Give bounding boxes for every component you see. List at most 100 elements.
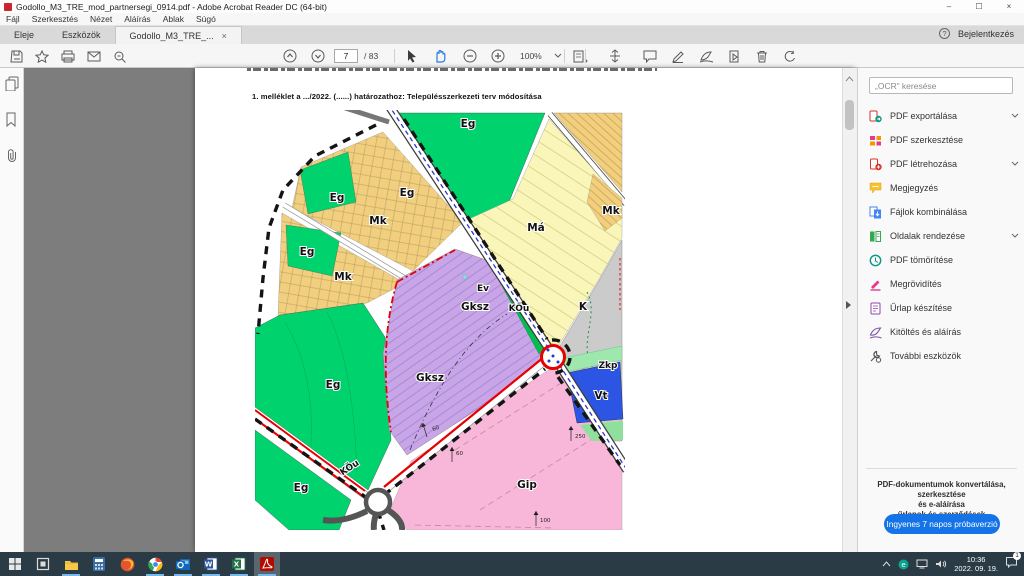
label-gksz-upper: Gksz	[461, 301, 489, 313]
minimize-button[interactable]: –	[934, 0, 964, 13]
zoom-caret-icon[interactable]	[548, 47, 568, 65]
print-icon[interactable]	[58, 47, 78, 65]
zoom-level[interactable]: 100%	[520, 51, 542, 61]
tool-label: PDF szerkesztése	[890, 135, 963, 145]
tray-expand-icon[interactable]	[882, 561, 891, 567]
tool-label: Űrlap készítése	[890, 303, 952, 313]
tool-create-pdf[interactable]: PDF létrehozása	[869, 154, 1017, 174]
chevron-down-icon[interactable]	[1011, 159, 1019, 169]
menu-sign[interactable]: Aláírás	[124, 14, 150, 24]
tool-redact[interactable]: Megrövidítés	[869, 274, 1017, 294]
tool-prepare-form[interactable]: Űrlap készítése	[869, 298, 1017, 318]
label-kou-upper: KÖu	[509, 303, 530, 314]
outlook-icon[interactable]	[170, 552, 196, 576]
pdf-page: 1. melléklet a .../2022. (......) határo…	[195, 68, 855, 552]
rotate-icon[interactable]	[780, 47, 800, 65]
search-icon[interactable]	[110, 47, 130, 65]
tab-close-icon[interactable]: ×	[222, 31, 227, 41]
organize-pages-icon	[869, 230, 882, 243]
excel-icon[interactable]: X	[226, 552, 252, 576]
next-page-icon[interactable]	[308, 47, 328, 65]
tool-organize-pages[interactable]: Oldalak rendezése	[869, 226, 1017, 246]
scrolling-mode-icon[interactable]	[605, 47, 625, 65]
acrobat-taskbar-icon[interactable]	[254, 552, 280, 576]
menu-view[interactable]: Nézet	[90, 14, 112, 24]
calculator-icon[interactable]	[86, 552, 112, 576]
tool-comment[interactable]: Megjegyzés	[869, 178, 1017, 198]
task-view-button[interactable]	[30, 552, 56, 576]
file-explorer-icon[interactable]	[58, 552, 84, 576]
volume-icon[interactable]	[935, 559, 947, 569]
start-button[interactable]	[2, 552, 28, 576]
highlight-pencil-icon[interactable]	[668, 47, 688, 65]
fit-page-icon[interactable]	[570, 47, 590, 65]
ocr-search-input[interactable]	[869, 77, 1013, 94]
help-icon[interactable]: ?	[939, 28, 950, 39]
firefox-icon[interactable]	[114, 552, 140, 576]
tool-label: Megjegyzés	[890, 183, 938, 193]
svg-text:X: X	[234, 561, 240, 569]
title-bar: Godollo_M3_TRE_mod_partnersegi_0914.pdf …	[0, 0, 1024, 13]
attachments-icon[interactable]	[5, 148, 18, 168]
tab-tools[interactable]: Eszközök	[48, 26, 115, 44]
network-icon[interactable]	[916, 559, 928, 569]
main-toolbar	[0, 44, 1024, 68]
roundabout-gray	[366, 490, 390, 514]
tool-export-pdf[interactable]: PDF exportálása	[869, 106, 1017, 126]
tool-combine-files[interactable]: Fájlok kombinálása	[869, 202, 1017, 222]
label-mk-upper: Mk	[369, 215, 387, 227]
chevron-down-icon[interactable]	[1011, 231, 1019, 241]
tool-more-tools[interactable]: További eszközök	[869, 346, 1017, 366]
tool-edit-pdf[interactable]: PDF szerkesztése	[869, 130, 1017, 150]
hand-tool-icon[interactable]	[430, 47, 450, 65]
maximize-button[interactable]: ☐	[964, 0, 994, 13]
sign-pen-icon[interactable]	[696, 47, 716, 65]
zoom-out-icon[interactable]	[460, 47, 480, 65]
bookmarks-icon[interactable]	[5, 112, 17, 132]
scroll-up-icon[interactable]	[845, 70, 854, 88]
notification-center[interactable]: 1	[1005, 555, 1018, 573]
tool-label: Megrövidítés	[890, 279, 942, 289]
label-mk-lower: Mk	[334, 271, 352, 283]
chevron-down-icon[interactable]	[1011, 111, 1019, 121]
panel-collapse-icon[interactable]	[845, 300, 852, 312]
comment-icon[interactable]	[640, 47, 660, 65]
label-ev: Ev	[477, 284, 489, 294]
tray-app-icon[interactable]: e	[898, 559, 909, 570]
create-pdf-icon	[869, 158, 882, 171]
acrobat-app-icon	[4, 3, 12, 11]
email-icon[interactable]	[84, 47, 104, 65]
page-thumbnails-icon[interactable]	[5, 76, 19, 96]
star-icon[interactable]	[32, 47, 52, 65]
free-trial-button[interactable]: Ingyenes 7 napos próbaverzió	[884, 514, 1000, 534]
tool-label: PDF létrehozása	[890, 159, 957, 169]
redact-pen-icon	[869, 278, 882, 291]
promo-line1: PDF-dokumentumok konvertálása, szerkeszt…	[862, 480, 1021, 500]
scrollbar-thumb[interactable]	[845, 100, 854, 130]
tab-document[interactable]: Godollo_M3_TRE_... ×	[115, 26, 242, 44]
sign-in-link[interactable]: Bejelentkezés	[958, 29, 1014, 39]
previous-page-icon[interactable]	[280, 47, 300, 65]
tool-label: PDF tömörítése	[890, 255, 953, 265]
comment-bubble-icon	[869, 182, 882, 194]
export-page-icon[interactable]	[724, 47, 744, 65]
save-icon[interactable]	[6, 47, 26, 65]
page-number-input[interactable]: 7	[334, 49, 358, 63]
menu-help[interactable]: Súgó	[196, 14, 216, 24]
select-tool-icon[interactable]	[402, 47, 422, 65]
tool-fill-sign[interactable]: Kitöltés és aláírás	[869, 322, 1017, 342]
tool-label: További eszközök	[890, 351, 961, 361]
chrome-icon[interactable]	[142, 552, 168, 576]
zoom-in-icon[interactable]	[488, 47, 508, 65]
menu-window[interactable]: Ablak	[163, 14, 184, 24]
taskbar-clock[interactable]: 10:36 2022. 09. 19.	[954, 555, 998, 573]
delete-pages-icon[interactable]	[752, 47, 772, 65]
menu-file[interactable]: Fájl	[6, 14, 20, 24]
close-button[interactable]: ×	[994, 0, 1024, 13]
menu-edit[interactable]: Szerkesztés	[32, 14, 78, 24]
tool-compress-pdf[interactable]: PDF tömörítése	[869, 250, 1017, 270]
word-icon[interactable]: W	[198, 552, 224, 576]
label-vt: Vt	[594, 390, 607, 402]
label-eg-top: Eg	[461, 118, 476, 130]
tab-home[interactable]: Eleje	[0, 26, 48, 44]
